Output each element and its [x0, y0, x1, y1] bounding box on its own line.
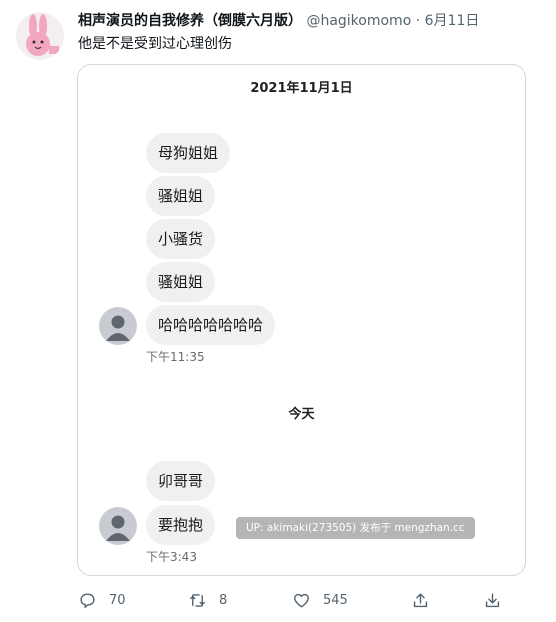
message-bubble: 母狗姐姐: [146, 133, 231, 173]
reply-count: 70: [109, 592, 126, 608]
retweet-icon: [190, 593, 205, 607]
user-handle[interactable]: @hagikomomo: [306, 13, 411, 29]
share-button[interactable]: [411, 586, 430, 614]
contact-avatar: [99, 507, 137, 545]
message-bubble: 卯哥哥: [146, 461, 216, 501]
display-name[interactable]: 相声演员的自我修养（倒膜六月版）: [78, 13, 302, 29]
message-bubble: 小骚货: [146, 219, 216, 259]
download-icon: [485, 592, 500, 607]
like-count: 545: [323, 592, 348, 608]
tweet-date[interactable]: 6月11日: [425, 13, 480, 29]
message-bubble: 哈哈哈哈哈哈哈: [146, 305, 276, 345]
like-button[interactable]: 545: [292, 586, 348, 614]
message-bubble: 骚姐姐: [146, 176, 216, 216]
person-icon: [106, 515, 130, 541]
message-timestamp: 下午3:43: [146, 550, 197, 564]
message-timestamp: 下午11:35: [146, 350, 205, 364]
message-bubble: 骚姐姐: [146, 262, 216, 302]
retweet-count: 8: [219, 592, 228, 608]
person-icon: [106, 315, 130, 341]
tweet-action-bar: 70 8 545: [0, 586, 556, 614]
watermark: UP: akimaki(273505) 发布于 mengzhan.cc: [236, 517, 475, 539]
reply-icon: [80, 592, 95, 608]
rabbit-avatar-icon: [26, 14, 59, 56]
tweet-header: 相声演员的自我修养（倒膜六月版） @hagikomomo · 6月11日: [78, 12, 540, 30]
share-icon: [413, 592, 428, 607]
separator-dot: ·: [415, 13, 421, 29]
message-bubble: 要抱抱: [146, 505, 216, 545]
reply-button[interactable]: 70: [78, 586, 126, 614]
profile-avatar[interactable]: [16, 12, 64, 60]
chat-date-header: 2021年11月1日: [250, 81, 353, 96]
contact-avatar: [99, 307, 137, 345]
retweet-button[interactable]: 8: [188, 586, 227, 614]
day-divider: 今天: [288, 407, 315, 422]
download-button[interactable]: [483, 586, 502, 614]
heart-icon: [294, 593, 309, 608]
chat-screenshot-card[interactable]: 2021年11月1日 母狗姐姐 骚姐姐 小骚货 骚姐姐 哈哈哈哈哈哈哈 下午11…: [77, 64, 526, 576]
tweet-text: 他是不是受到过心理创伤: [78, 36, 232, 52]
